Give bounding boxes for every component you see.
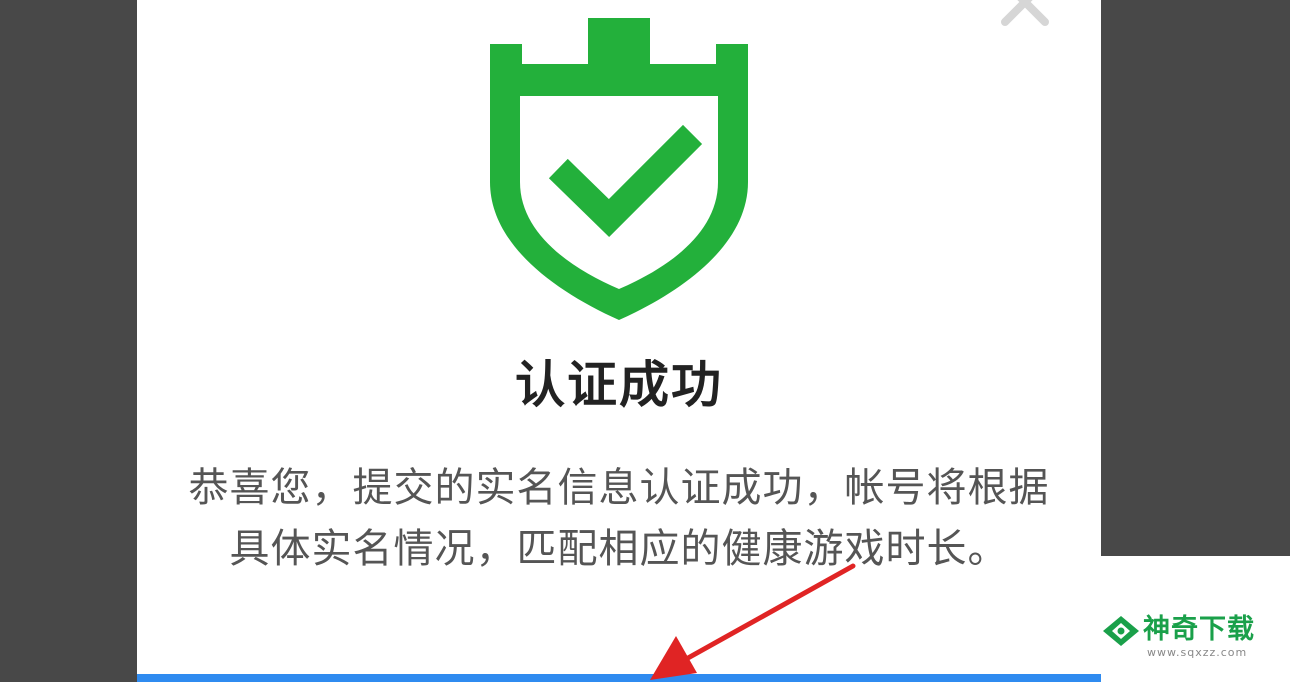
watermark-url: www.sqxzz.com [1147,646,1248,659]
shield-check-icon [490,18,748,320]
watermark: 神奇下载 www.sqxzz.com [1101,556,1290,682]
dialog-title: 认证成功 [515,356,723,414]
verification-dialog: 认证成功 恭喜您，提交的实名信息认证成功，帐号将根据具体实名情况，匹配相应的健康… [137,0,1101,682]
dialog-message: 恭喜您，提交的实名信息认证成功，帐号将根据具体实名情况，匹配相应的健康游戏时长。 [188,465,1050,572]
watermark-brand: 神奇下载 [1143,614,1255,645]
close-icon[interactable] [989,0,1061,38]
confirm-button[interactable] [137,674,1101,682]
brand-logo-icon [1103,616,1139,646]
